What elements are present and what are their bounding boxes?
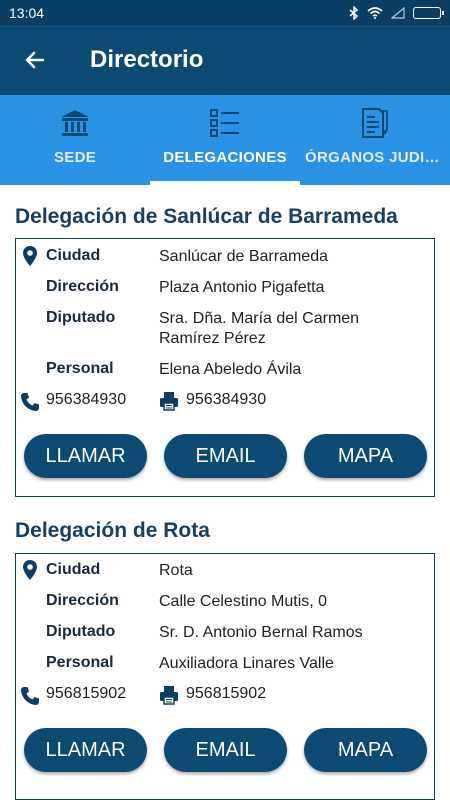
- location-pin-icon: [23, 560, 37, 580]
- city-label: Ciudad: [46, 561, 101, 578]
- address-value: Calle Celestino Mutis, 0: [159, 593, 328, 610]
- status-bar: 13:04: [0, 0, 450, 25]
- city-value: Rota: [159, 562, 193, 579]
- tab-organos-judiciales[interactable]: ÓRGANOS JUDICIALES: [300, 95, 450, 185]
- location-pin-icon: [23, 246, 37, 266]
- phone-icon: [21, 687, 39, 705]
- phone-number[interactable]: 956815902: [46, 685, 126, 703]
- tab-label: DELEGACIONES: [163, 149, 287, 166]
- phone-number[interactable]: 956384930: [46, 391, 126, 409]
- tab-sede[interactable]: SEDE: [0, 95, 150, 185]
- bluetooth-icon: [349, 5, 359, 20]
- phone-icon: [21, 393, 39, 411]
- fax-icon: [160, 392, 178, 411]
- tab-delegaciones[interactable]: DELEGACIONES: [150, 95, 300, 185]
- email-button[interactable]: EMAIL: [164, 434, 287, 478]
- bank-icon: [61, 110, 89, 136]
- page-title: Directorio: [90, 46, 204, 73]
- list-icon: [210, 109, 239, 137]
- document-icon: [362, 108, 388, 138]
- staff-value: Auxiliadora Linares Valle: [159, 655, 334, 672]
- wifi-icon: [367, 6, 383, 19]
- address-label: Dirección: [46, 278, 119, 295]
- back-button[interactable]: [0, 25, 70, 95]
- battery-icon: [413, 6, 444, 19]
- tab-label: ÓRGANOS JUDICIALES: [305, 149, 445, 166]
- arrow-left-icon: [25, 51, 45, 69]
- address-value: Plaza Antonio Pigafetta: [159, 279, 325, 296]
- fax-number: 956384930: [186, 391, 267, 408]
- app-bar: Directorio: [0, 25, 450, 95]
- fax-number: 956815902: [186, 685, 267, 702]
- staff-label: Personal: [46, 360, 114, 377]
- email-button[interactable]: EMAIL: [164, 728, 287, 772]
- staff-value: Elena Abeledo Ávila: [159, 361, 302, 378]
- delegation-card: Ciudad Rota Dirección Calle Celestino Mu…: [15, 553, 435, 800]
- map-button[interactable]: MAPA: [304, 434, 427, 478]
- map-button[interactable]: MAPA: [304, 728, 427, 772]
- call-button[interactable]: LLAMAR: [24, 434, 147, 478]
- system-icons: [349, 5, 444, 20]
- staff-label: Personal: [46, 654, 114, 671]
- city-value: Sanlúcar de Barrameda: [159, 248, 328, 265]
- delegations-list[interactable]: Delegación de Sanlúcar de Barrameda Ciud…: [0, 185, 450, 800]
- call-button[interactable]: LLAMAR: [24, 728, 147, 772]
- status-time: 13:04: [9, 4, 45, 21]
- signal-icon: [391, 6, 405, 19]
- delegation-title: Delegación de Sanlúcar de Barrameda: [15, 205, 398, 228]
- address-label: Dirección: [46, 592, 119, 609]
- deputy-value: Sra. Dña. María del Carmen Ramírez Pérez: [159, 310, 360, 347]
- delegation-title: Delegación de Rota: [15, 519, 210, 542]
- delegation-card: Ciudad Sanlúcar de Barrameda Dirección P…: [15, 238, 435, 497]
- tab-label: SEDE: [53, 149, 97, 166]
- deputy-value: Sr. D. Antonio Bernal Ramos: [159, 624, 363, 641]
- tab-bar: SEDE DELEGACIONES ÓRGANOS JUDICIALES: [0, 95, 450, 185]
- city-label: Ciudad: [46, 247, 101, 264]
- fax-icon: [160, 686, 178, 705]
- deputy-label: Diputado: [46, 309, 116, 326]
- deputy-label: Diputado: [46, 623, 116, 640]
